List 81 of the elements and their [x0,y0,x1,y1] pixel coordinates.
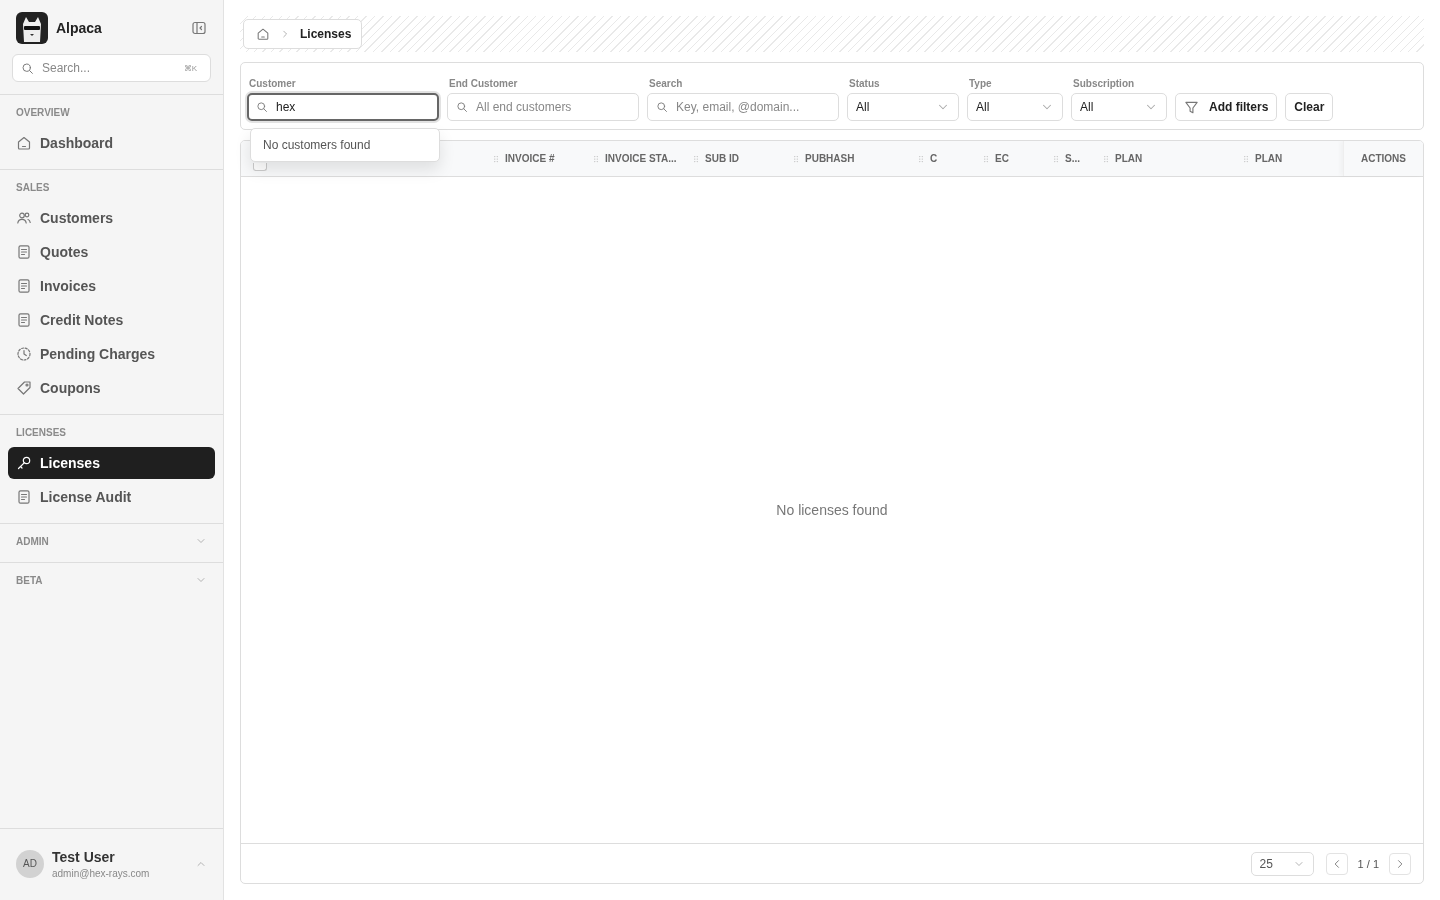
field-label: Search [648,78,684,89]
select-value: All [976,100,990,114]
column-header[interactable]: INVOICE # [505,153,555,164]
empty-message: No licenses found [776,502,888,518]
user-name: Test User [52,848,116,865]
field-label: Subscription [1072,78,1136,89]
search-icon [456,101,468,113]
panel-icon [191,20,207,36]
drag-handle-icon [1101,153,1111,164]
user-menu[interactable]: AD Test User admin@hex-rays.com [0,828,223,900]
section-title: SALES [16,181,50,193]
nav-item[interactable]: Coupons [8,372,215,404]
clear-button[interactable]: Clear [1285,93,1334,121]
nav-item[interactable]: License Audit [8,481,215,513]
search-icon [656,101,668,113]
select-field[interactable]: All [1071,93,1167,121]
drag-handle-icon [791,153,801,164]
field-label: Customer [248,78,297,89]
home-icon [256,27,270,41]
document-icon [16,278,32,294]
input-field[interactable]: hex [247,93,439,121]
user-email: admin@hex-rays.com [52,867,151,879]
select-value: All [1080,100,1094,114]
results-dropdown-menu: No customers found [250,128,440,162]
drag-handle-icon [491,153,501,164]
key-icon [16,455,32,471]
input-field[interactable]: All end customers [447,93,639,121]
page-size-select[interactable]: 25 [1250,851,1314,876]
select-value: 25 [1259,856,1273,871]
nav-item[interactable]: Customers [8,202,215,234]
avatar: AD [16,849,44,878]
input-field[interactable]: Key, email, @domain... [647,93,839,121]
select-value: All [856,100,870,114]
drag-handle-icon [691,153,701,164]
column-header[interactable]: S... [1065,153,1080,164]
select-field[interactable]: All [967,93,1063,121]
section-title: LICENSES [16,426,66,438]
clock-icon [16,346,32,362]
people-icon [16,210,32,226]
column-header[interactable]: SUB ID [705,153,739,164]
nav-item[interactable]: Invoices [8,270,215,302]
tag-icon [16,380,32,396]
nav-item[interactable]: Licenses [8,447,215,479]
chevron-right-icon [280,29,290,39]
nav-item[interactable]: Pending Charges [8,338,215,370]
column-header: ACTIONS [1361,153,1406,164]
document-icon [16,244,32,260]
drag-handle-icon [1051,153,1061,164]
field-label: Type [968,78,993,89]
document-icon [16,312,32,328]
column-header[interactable]: INVOICE STA... [605,153,677,164]
column-header[interactable]: EC [995,153,1009,164]
drag-handle-icon [1241,153,1251,164]
column-header[interactable]: PLAN [1115,153,1143,164]
column-header[interactable]: C [930,153,938,164]
column-header[interactable]: PLAN [1255,153,1283,164]
breadcrumb-item[interactable]: Licenses [300,27,352,41]
nav-item[interactable]: Dashboard [8,127,215,159]
alpaca-logo-icon [16,12,48,44]
search-icon [256,101,268,113]
sidebar-toggle-button[interactable] [191,20,207,36]
previous-page-button[interactable] [1325,852,1348,875]
document-icon [16,489,32,505]
field-label: Status [848,78,881,89]
drag-handle-icon [591,153,601,164]
funnel-icon [1184,99,1199,115]
page-indicator: 1 / 1 [1357,857,1379,870]
home-icon [16,135,32,151]
select-field[interactable]: All [847,93,959,121]
next-page-button[interactable] [1389,852,1411,875]
field-label: End Customer [448,78,519,89]
section-title: OVERVIEW [16,106,70,118]
drag-handle-icon [916,153,926,164]
shortcut-hint: ⌘K [183,64,197,73]
drag-handle-icon [981,153,991,164]
nav-item[interactable]: Quotes [8,236,215,268]
app-name: Alpaca [56,20,103,36]
add-filters-button[interactable]: Add filters [1175,93,1278,121]
column-header[interactable]: PUBHASH [805,153,855,164]
nav-item[interactable]: Credit Notes [8,304,215,336]
checkbox[interactable] [253,163,267,171]
